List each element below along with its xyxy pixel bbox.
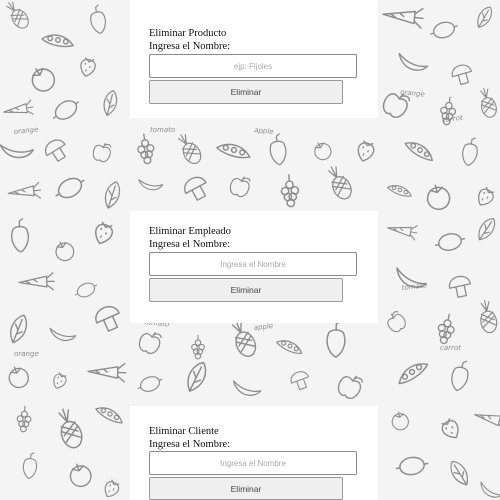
svg-text:orange: orange: [14, 350, 39, 358]
delete-product-name-label: Ingresa el Nombre:: [149, 41, 231, 52]
delete-client-card: Eliminar Cliente Ingresa el Nombre: Elim…: [130, 406, 378, 500]
svg-text:carrot: carrot: [440, 344, 461, 352]
delete-client-title: Eliminar Cliente: [149, 426, 219, 437]
delete-employee-button[interactable]: Eliminar: [149, 278, 343, 302]
delete-product-name-input[interactable]: [149, 54, 357, 78]
delete-client-name-input[interactable]: [149, 451, 357, 475]
delete-employee-title: Eliminar Empleado: [149, 226, 231, 237]
delete-product-title: Eliminar Producto: [149, 28, 227, 39]
delete-employee-name-label: Ingresa el Nombre:: [149, 239, 231, 250]
delete-employee-card: Eliminar Empleado Ingresa el Nombre: Eli…: [130, 211, 378, 323]
delete-client-button[interactable]: Eliminar: [149, 477, 343, 500]
svg-text:tomato: tomato: [150, 126, 175, 134]
delete-client-name-label: Ingresa el Nombre:: [149, 439, 231, 450]
delete-product-card: Eliminar Producto Ingresa el Nombre: Eli…: [130, 0, 378, 118]
delete-employee-name-input[interactable]: [149, 252, 357, 276]
delete-product-button[interactable]: Eliminar: [149, 80, 343, 104]
